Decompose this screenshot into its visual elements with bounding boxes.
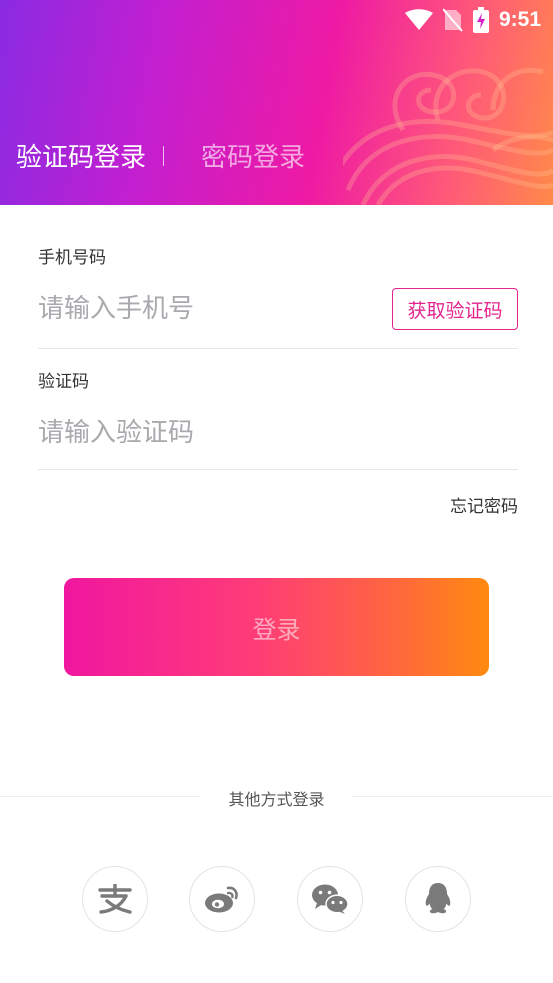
status-time: 9:51 <box>498 8 541 31</box>
qq-login-button[interactable] <box>405 866 471 932</box>
login-button[interactable]: 登录 <box>64 578 489 676</box>
wifi-icon <box>404 9 433 30</box>
phone-divider <box>38 348 518 349</box>
tab-sms-login[interactable]: 验证码登录 <box>16 137 146 174</box>
no-sim-icon <box>442 8 463 32</box>
code-label: 验证码 <box>38 372 89 392</box>
wechat-login-button[interactable] <box>297 866 363 932</box>
decorative-pattern <box>343 67 553 205</box>
wechat-icon <box>312 884 349 914</box>
phone-label: 手机号码 <box>38 248 106 268</box>
code-input[interactable] <box>38 413 378 453</box>
login-button-label: 登录 <box>252 615 301 644</box>
status-bar: 9:51 <box>0 0 553 40</box>
tab-divider <box>163 145 165 166</box>
weibo-login-button[interactable] <box>189 866 255 932</box>
phone-input[interactable] <box>38 289 378 329</box>
weibo-icon <box>205 886 238 913</box>
login-tabs: 验证码登录 密码登录 <box>16 137 305 174</box>
code-divider <box>38 469 518 470</box>
other-login-divider: 其他方式登录 <box>0 786 553 809</box>
qq-icon <box>425 883 451 914</box>
get-code-button[interactable]: 获取验证码 <box>392 288 518 330</box>
tab-password-login[interactable]: 密码登录 <box>201 137 305 174</box>
header-banner: 9:51 验证码登录 密码登录 <box>0 0 553 205</box>
alipay-icon <box>98 884 132 914</box>
forgot-password-link[interactable]: 忘记密码 <box>450 492 518 517</box>
battery-charging-icon <box>472 7 489 33</box>
other-login-title: 其他方式登录 <box>228 790 325 809</box>
alipay-login-button[interactable] <box>82 866 148 932</box>
